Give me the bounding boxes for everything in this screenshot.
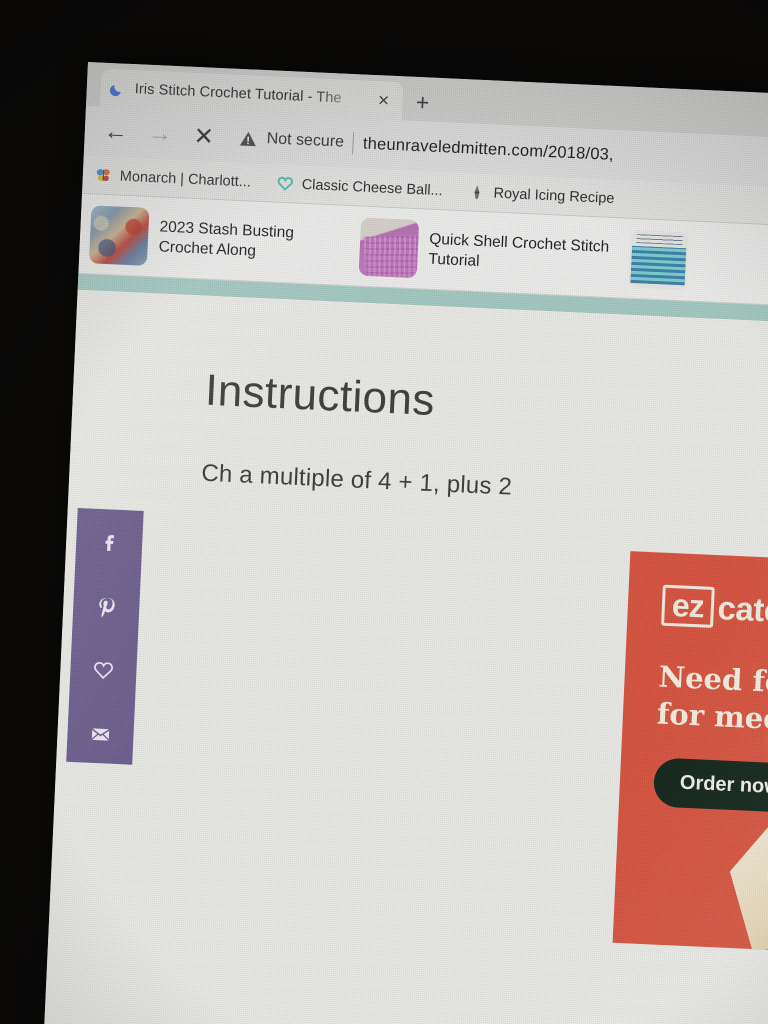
bookmark-label: Monarch | Charlott... (119, 168, 252, 191)
related-post-title: Quick Shell Crochet Stitch Tutorial (428, 230, 610, 270)
warning-triangle-icon (238, 128, 258, 148)
new-tab-button[interactable]: + (402, 82, 444, 122)
bookmark-label: Royal Icing Recipe (493, 185, 615, 207)
facebook-icon[interactable] (94, 527, 125, 558)
pinterest-icon[interactable] (91, 591, 122, 622)
envelope-icon[interactable] (85, 719, 116, 750)
bookmark-monarch[interactable]: Monarch | Charlott... (94, 166, 251, 190)
ad-headline-line-2: for meetin (656, 696, 768, 738)
blue-swatch-thumbnail (628, 229, 689, 290)
photo-of-monitor: Iris Stitch Crochet Tutorial - The × + ←… (0, 0, 768, 1024)
food-wrap (723, 789, 768, 952)
heart-icon (276, 175, 294, 193)
article-body: Instructions Ch a multiple of 4 + 1, plu… (69, 290, 768, 516)
omnibox-divider (352, 132, 355, 155)
ezcater-logo: ez cater (661, 584, 768, 637)
quick-shell-thumbnail (358, 217, 420, 278)
ezcater-advertisement[interactable]: ez cater Need food for meetin Order now … (612, 551, 768, 956)
ez-mark: ez (661, 584, 715, 628)
related-post-title: 2023 Stash Busting Crochet Along (158, 218, 295, 260)
stash-busting-thumbnail (88, 204, 150, 266)
bookmark-cheese-ball[interactable]: Classic Cheese Ball... (276, 175, 443, 200)
instruction-line: Ch a multiple of 4 + 1, plus 2 (200, 459, 513, 501)
ad-food-photo (691, 789, 768, 956)
page-title: Instructions (204, 365, 436, 426)
related-post-item[interactable]: Quick Shell Crochet Stitch Tutorial (358, 217, 615, 286)
butterfly-icon (94, 166, 112, 184)
security-status-text: Not secure (266, 130, 345, 151)
social-share-bar (66, 507, 144, 765)
bookmark-label: Classic Cheese Ball... (301, 176, 444, 199)
url-text: theunraveledmitten.com/2018/03, (362, 134, 615, 164)
back-button[interactable]: ← (94, 110, 138, 154)
piping-bag-icon (468, 183, 486, 201)
stop-button[interactable]: ✕ (182, 114, 226, 158)
browser-window: Iris Stitch Crochet Tutorial - The × + ←… (42, 62, 768, 1024)
bookmark-royal-icing[interactable]: Royal Icing Recipe (468, 183, 615, 207)
cater-word: cater (716, 589, 768, 630)
related-post-item[interactable]: 2023 Stash Busting Crochet Along (88, 204, 345, 274)
heart-outline-icon[interactable] (88, 655, 119, 686)
related-post-item[interactable] (628, 229, 689, 290)
forward-button[interactable]: → (138, 112, 182, 156)
tab-close-icon[interactable]: × (372, 90, 395, 111)
web-page-content: Instructions Ch a multiple of 4 + 1, plu… (42, 289, 768, 1024)
tab-title: Iris Stitch Crochet Tutorial - The (134, 81, 342, 107)
crescent-moon-icon (108, 79, 126, 97)
